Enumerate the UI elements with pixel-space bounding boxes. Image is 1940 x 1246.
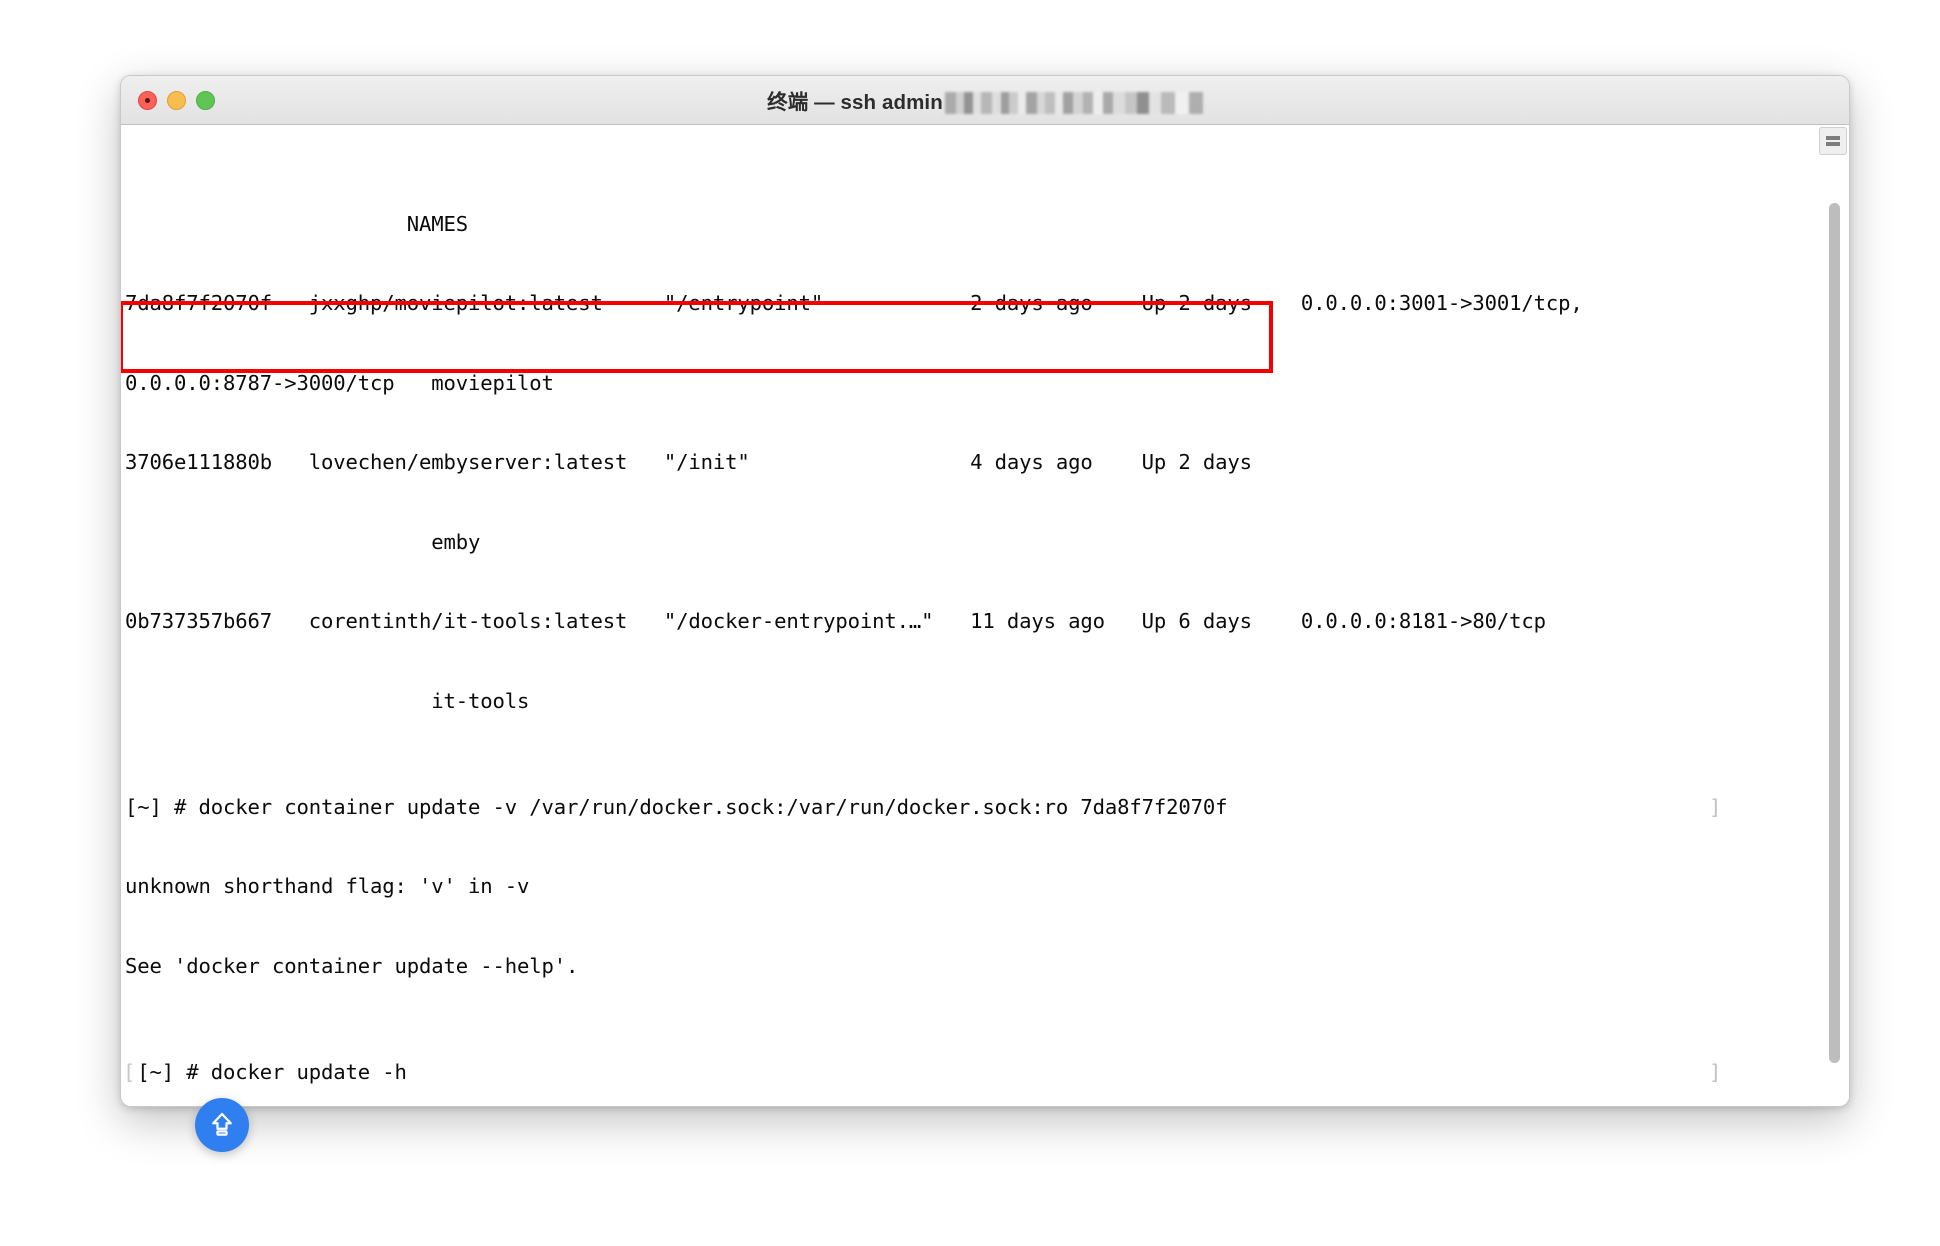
terminal-line: NAMES xyxy=(125,211,468,236)
wrap-marker-icon: ] xyxy=(1709,794,1722,819)
page-title: 终端 — ssh admin xyxy=(121,85,1849,115)
scrollbar-thumb[interactable] xyxy=(1829,203,1840,1063)
terminal-line: emby xyxy=(125,529,481,554)
upload-button[interactable] xyxy=(195,1098,249,1152)
screen-root: 终端 — ssh admin NAMES 7da8f7f2070f jxxghp… xyxy=(0,0,1940,1246)
upload-arrow-icon xyxy=(212,1112,232,1136)
terminal-line: unknown shorthand flag: 'v' in -v xyxy=(125,874,530,898)
terminal-line: 0.0.0.0:8787->3000/tcp moviepilot xyxy=(125,370,554,395)
terminal-line: 7da8f7f2070f jxxghp/moviepilot:latest "/… xyxy=(125,291,1583,315)
minimize-button[interactable] xyxy=(167,90,186,110)
terminal-command-line: [~] # docker container update -v /var/ru… xyxy=(125,794,1722,819)
terminal-output-pane[interactable]: NAMES 7da8f7f2070f jxxghp/moviepilot:lat… xyxy=(121,125,1849,1106)
prompt-marker-icon: [ xyxy=(123,1059,136,1084)
maximize-button[interactable] xyxy=(196,90,215,110)
terminal-command-line: [[~] # docker update -h] xyxy=(123,1059,1722,1084)
redacted-host-text xyxy=(944,92,1203,114)
terminal-line: it-tools xyxy=(125,688,530,713)
terminal-text: NAMES 7da8f7f2070f jxxghp/moviepilot:lat… xyxy=(121,125,1722,1106)
terminal-line: See 'docker container update --help'. xyxy=(125,953,579,978)
terminal-line: 3706e111880b lovechen/embyserver:latest … xyxy=(125,450,1252,474)
window-controls xyxy=(138,76,215,124)
close-button[interactable] xyxy=(138,90,157,110)
wrap-marker-icon: ] xyxy=(1709,1059,1722,1084)
terminal-line: 0b737357b667 corentinth/it-tools:latest … xyxy=(125,609,1546,633)
window-title-bar[interactable]: 终端 — ssh admin xyxy=(121,76,1849,125)
window-title-text: 终端 — ssh admin xyxy=(767,91,943,114)
terminal-window: 终端 — ssh admin NAMES 7da8f7f2070f jxxghp… xyxy=(120,75,1850,1107)
